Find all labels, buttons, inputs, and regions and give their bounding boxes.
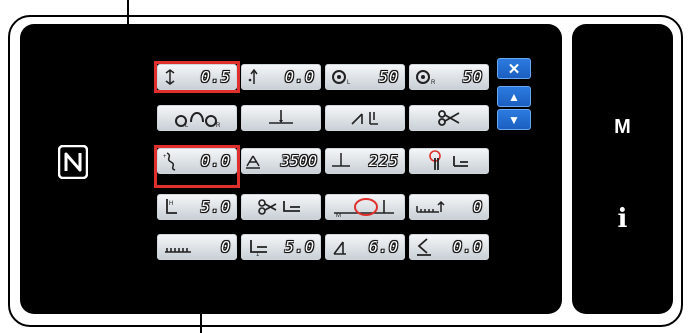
- bobbin-right-button[interactable]: R 50: [409, 64, 489, 90]
- foot-height-button[interactable]: H 5.0: [157, 194, 237, 220]
- needle-thread-icon: [247, 65, 261, 89]
- needle-drop-icon: [331, 149, 351, 173]
- nfc-icon: [58, 145, 88, 179]
- foot-pressure-button[interactable]: 0: [409, 194, 489, 220]
- bobbin-left-button[interactable]: L 50: [325, 64, 405, 90]
- bobbin-left-icon: L: [331, 65, 353, 89]
- foot-pressure-icon: [415, 195, 447, 219]
- needle-position-button[interactable]: [241, 105, 321, 131]
- reverse-feed-button[interactable]: 0.0: [409, 234, 489, 260]
- knee-lift-button[interactable]: 6.0: [325, 234, 405, 260]
- stitch-count-button[interactable]: 0: [157, 234, 237, 260]
- bobbin-winder-button[interactable]: LR: [157, 105, 237, 131]
- foot-lift-amount-icon: 1: [247, 235, 271, 259]
- stitch-count-icon: [163, 235, 195, 259]
- needle-position-icon: [266, 106, 296, 130]
- foot-height-icon: H: [163, 195, 179, 219]
- bobbin-winder-icon: LR: [169, 106, 225, 130]
- presser-foot-lift-button[interactable]: [325, 105, 405, 131]
- svg-text:M: M: [336, 213, 341, 218]
- highlight-pitch: [154, 145, 240, 188]
- trim-foot-icon: [424, 149, 474, 173]
- arrow-up-icon: ▲: [508, 89, 520, 104]
- mode-button[interactable]: M: [572, 116, 673, 139]
- max-speed-button[interactable]: 3500: [241, 148, 321, 174]
- close-icon: ✕: [507, 60, 521, 78]
- highlight-thread-tension: [154, 61, 240, 93]
- trim-foot-up-icon: [258, 195, 304, 219]
- needle-stop-manual-button[interactable]: M: [325, 194, 405, 220]
- knee-lift-value: 6.0: [368, 238, 399, 256]
- scroll-up-button[interactable]: ▲: [497, 86, 531, 107]
- arrow-down-icon: ▼: [508, 112, 520, 127]
- svg-text:H: H: [169, 201, 173, 207]
- knee-lift-icon: [331, 235, 353, 259]
- thread-trim-foot-button[interactable]: [409, 148, 489, 174]
- svg-text:R: R: [431, 80, 436, 85]
- thread-tension-value-button[interactable]: 0.0: [241, 64, 321, 90]
- speed-icon: [245, 149, 261, 173]
- bobbin-left-value: 50: [378, 68, 399, 86]
- needle-drop-button[interactable]: 225: [325, 148, 405, 174]
- side-panel: M i: [572, 24, 673, 314]
- foot-pressure-value: 0: [472, 198, 483, 216]
- presser-foot-lift-icon: [348, 106, 382, 130]
- reverse-feed-value: 0.0: [452, 238, 483, 256]
- scissors-icon: [437, 106, 461, 130]
- foot-lift-amount-button[interactable]: 1 5.0: [241, 234, 321, 260]
- scroll-down-button[interactable]: ▼: [497, 109, 531, 130]
- bobbin-right-value: 50: [462, 68, 483, 86]
- stitch-count-value: 0: [220, 238, 231, 256]
- svg-text:L: L: [347, 80, 351, 85]
- info-button[interactable]: i: [572, 204, 673, 234]
- foot-height-value: 5.0: [200, 198, 231, 216]
- trim-foot-up-button[interactable]: [241, 194, 321, 220]
- thread-tension-value-text: 0.0: [284, 68, 315, 86]
- needle-stop-icon: M: [332, 195, 398, 219]
- foot-lift-amount-value: 5.0: [284, 238, 315, 256]
- thread-trimmer-button[interactable]: [409, 105, 489, 131]
- reverse-feed-icon: [415, 235, 433, 259]
- max-speed-value: 3500: [280, 152, 317, 170]
- bobbin-right-icon: R: [415, 65, 437, 89]
- needle-drop-value: 225: [368, 152, 399, 170]
- svg-text:L: L: [185, 123, 189, 128]
- svg-text:R: R: [216, 123, 221, 128]
- close-button[interactable]: ✕: [497, 58, 531, 79]
